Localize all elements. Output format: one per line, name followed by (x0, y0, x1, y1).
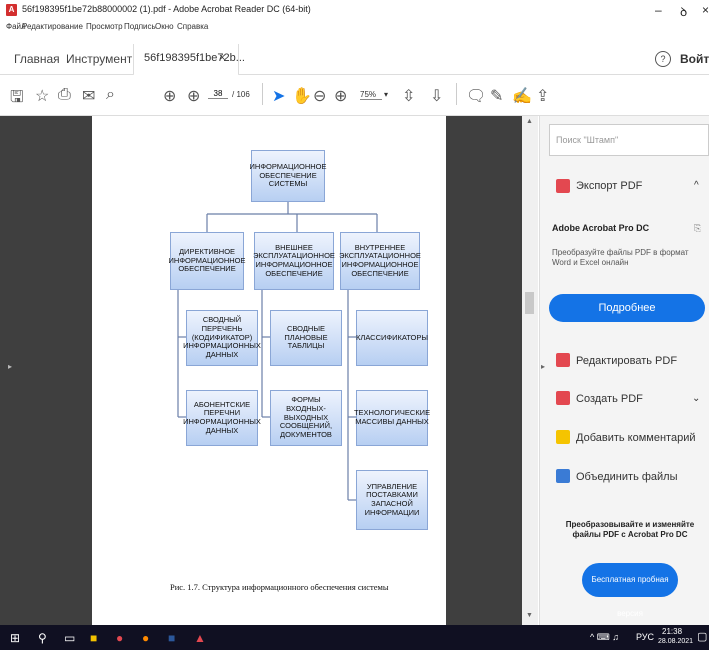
firefox-icon[interactable]: ● (142, 631, 149, 645)
diagram-classifiers-box: Классификаторы (356, 310, 428, 366)
edit-pdf-label[interactable]: Редактировать PDF (576, 355, 677, 367)
diagram-directive-box: Директивное информационное обеспечение (169, 232, 245, 290)
create-pdf-icon (556, 391, 570, 405)
export-pdf-label[interactable]: Экспорт PDF (576, 180, 642, 192)
acrobat-taskbar-icon[interactable]: ▲ (194, 631, 206, 645)
edit-pdf-icon (556, 353, 570, 367)
windows-start-icon[interactable]: ⊞ (10, 631, 20, 645)
combine-files-label[interactable]: Объединить файлы (576, 471, 678, 483)
help-icon[interactable]: ? (655, 51, 671, 67)
minimize-button[interactable]: – (655, 3, 662, 17)
diagram-subscriber-lists-box: Абонентские перечни информационных данны… (183, 390, 261, 446)
export-pdf-icon (556, 179, 570, 193)
word-icon[interactable]: ■ (168, 631, 175, 645)
clock-date[interactable]: 28.08.2021 (658, 638, 693, 645)
free-trial-button[interactable]: Бесплатная пробная версия (582, 563, 678, 618)
notifications-icon[interactable]: ▢ (697, 630, 707, 643)
promo-text: Преобразуйте файлы PDF в формат Word и E… (552, 248, 689, 268)
add-comment-icon (556, 430, 570, 444)
diagram-root-box: Информационное обеспечение системы (250, 150, 326, 202)
diagram-external-box: Внешнее эксплуатационное информационное … (253, 232, 335, 290)
language-indicator[interactable]: РУС (636, 632, 654, 642)
panel-collapse-icon[interactable]: ▸ (541, 362, 545, 371)
diagram-io-forms-box: Формы входных-выходных сообщений, докуме… (270, 390, 342, 446)
diagram-summary-list-box: Сводный перечень (кодификатор) информаци… (183, 310, 261, 366)
combine-files-icon (556, 469, 570, 483)
scrollbar-thumb[interactable] (525, 292, 534, 314)
diagram-spare-info-box: Управление поставками запасной информаци… (356, 470, 428, 530)
vertical-scrollbar[interactable] (522, 116, 538, 625)
scroll-up-icon[interactable]: ▲ (526, 118, 533, 125)
diagram-connectors (177, 202, 378, 501)
diagram-tech-arrays-box: Технологические массивы данных (354, 390, 430, 446)
add-comment-label[interactable]: Добавить комментарий (576, 432, 695, 444)
maximize-button[interactable]: ꝺ (680, 3, 687, 20)
promo-title: Adobe Acrobat Pro DC (552, 223, 650, 233)
task-view-icon[interactable]: ▭ (64, 631, 75, 645)
share-icon[interactable]: ⇪ (536, 86, 549, 106)
diagram-plan-tables-box: Сводные плановые таблицы (270, 310, 342, 366)
diagram-internal-box: Внутреннее эксплуатационное информационн… (339, 232, 421, 290)
figure-caption: Рис. 1.7. Структура информационного обес… (170, 582, 389, 592)
login-link[interactable]: Войти (680, 52, 709, 66)
clock-time[interactable]: 21:38 (662, 627, 682, 636)
close-window-button[interactable]: × (702, 3, 709, 17)
search-icon[interactable]: ⚲ (38, 631, 47, 645)
search-stamp-input[interactable]: Поиск "Штамп" (549, 124, 709, 156)
scroll-down-icon[interactable]: ▼ (526, 612, 533, 619)
tray-icons[interactable]: ^ ⌨ ♫ (590, 632, 619, 643)
more-info-button[interactable]: Подробнее (549, 294, 705, 322)
chevron-up-icon[interactable]: ^ (694, 180, 699, 191)
taskbar: ⊞ ⚲ ▭ ■ ● ● ■ ▲ ^ ⌨ ♫ РУС 21:38 28.08.20… (0, 625, 709, 650)
create-pdf-label[interactable]: Создать PDF (576, 393, 643, 405)
yandex-browser-icon[interactable]: ● (116, 631, 123, 645)
pin-icon[interactable]: ⎘ (694, 223, 701, 234)
file-explorer-icon[interactable]: ■ (90, 631, 97, 645)
chevron-down-icon[interactable]: ⌄ (692, 393, 700, 404)
bottom-promo-text: Преобразовывайте и изменяйте файлы PDF с… (565, 520, 695, 540)
